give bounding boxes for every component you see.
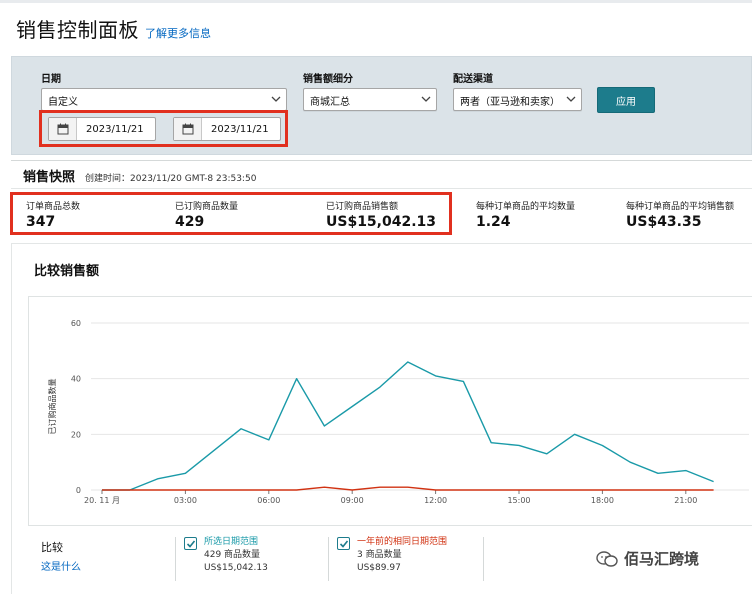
channel-value: 两者（亚马逊和卖家） — [460, 97, 560, 108]
chevron-down-icon — [566, 96, 576, 102]
compare-title: 比较销售额 — [34, 264, 100, 279]
x-tick-label: 18:00 — [591, 496, 614, 505]
wechat-icon — [596, 550, 618, 567]
x-tick-label: 06:00 — [257, 496, 280, 505]
y-tick-label: 40 — [71, 375, 81, 384]
checkmark-icon — [186, 539, 195, 548]
x-tick-label: 20. 11 月 — [84, 496, 120, 505]
metric-label: 每种订单商品的平均销售额 — [626, 202, 735, 212]
divider — [11, 188, 752, 189]
y-tick-label: 20 — [71, 430, 81, 439]
current-range-checkbox[interactable] — [184, 537, 197, 550]
page-title: 销售控制面板 — [16, 18, 139, 42]
learn-more-link[interactable]: 了解更多信息 — [145, 25, 211, 41]
x-tick-label: 15:00 — [507, 496, 530, 505]
divider — [328, 537, 329, 581]
watermark-text: 佰马汇跨境 — [624, 550, 700, 568]
x-tick-label: 03:00 — [174, 496, 197, 505]
metric-avg-units: 每种订单商品的平均数量 1.24 — [476, 199, 575, 230]
sales-line-chart: 0 20 40 60 已订购商品数量 20. 11 月 03:00 06:00 09:00 12:… — [47, 319, 749, 505]
legend-compare-label: 比较 — [41, 541, 63, 554]
breakdown-label: 销售额细分 — [303, 74, 353, 85]
highlight-metrics-box — [10, 192, 452, 235]
series-current-line — [102, 361, 714, 491]
snapshot-timestamp: 创建时间：2023/11/20 GMT-8 23:53:50 — [85, 174, 257, 184]
y-tick-label: 0 — [76, 486, 81, 495]
snapshot-title: 销售快照 — [23, 170, 76, 185]
apply-button[interactable]: 应用 — [597, 87, 655, 113]
divider — [175, 537, 176, 581]
chevron-down-icon — [421, 96, 431, 102]
legend-prior-units: 3 商品数量 — [357, 550, 402, 560]
date-label: 日期 — [41, 74, 61, 85]
breakdown-select[interactable]: 商城汇总 — [303, 88, 437, 111]
page-header: 销售控制面板 了解更多信息 — [16, 14, 211, 43]
legend-current-units: 429 商品数量 — [204, 550, 261, 560]
checkmark-icon — [339, 539, 348, 548]
metric-label: 每种订单商品的平均数量 — [476, 202, 576, 212]
channel-label: 配送渠道 — [453, 74, 493, 85]
prior-range-checkbox[interactable] — [337, 537, 350, 550]
legend-prior-text: 一年前的相同日期范围 3 商品数量 US$89.97 — [357, 536, 447, 575]
metric-value: US$43.35 — [626, 214, 702, 230]
legend-prior-title: 一年前的相同日期范围 — [357, 537, 448, 547]
date-range-select[interactable]: 自定义 — [41, 88, 287, 111]
divider — [483, 537, 484, 581]
metric-avg-sales: 每种订单商品的平均销售额 US$43.35 — [626, 199, 734, 230]
x-tick-label: 09:00 — [341, 496, 364, 505]
metric-value: 1.24 — [476, 214, 511, 230]
date-range-value: 自定义 — [48, 97, 78, 108]
x-tick-label: 12:00 — [424, 496, 447, 505]
snapshot-header: 销售快照 创建时间：2023/11/20 GMT-8 23:53:50 — [23, 166, 256, 185]
legend-current-text: 所选日期范围 429 商品数量 US$15,042.13 — [204, 536, 268, 575]
channel-select[interactable]: 两者（亚马逊和卖家） — [453, 88, 582, 111]
legend-prior-sales: US$89.97 — [357, 563, 401, 573]
highlight-date-box — [39, 110, 288, 147]
top-divider — [0, 0, 752, 3]
x-tick-label: 21:00 — [674, 496, 697, 505]
what-is-this-link[interactable]: 这是什么 — [41, 558, 81, 573]
legend-current-title: 所选日期范围 — [204, 537, 259, 547]
chevron-down-icon — [271, 96, 281, 102]
chart-frame: 0 20 40 60 已订购商品数量 20. 11 月 03:00 06:00 09:00 12:… — [28, 296, 752, 526]
compare-sales-panel: 比较销售额 0 20 40 60 已订购商品数量 20. 11 月 03:00 06:00 09… — [11, 243, 752, 594]
y-tick-label: 60 — [71, 319, 81, 328]
watermark: 佰马汇跨境 — [596, 548, 699, 569]
legend-current-sales: US$15,042.13 — [204, 563, 268, 573]
breakdown-value: 商城汇总 — [310, 97, 350, 108]
y-axis-label: 已订购商品数量 — [47, 379, 57, 435]
